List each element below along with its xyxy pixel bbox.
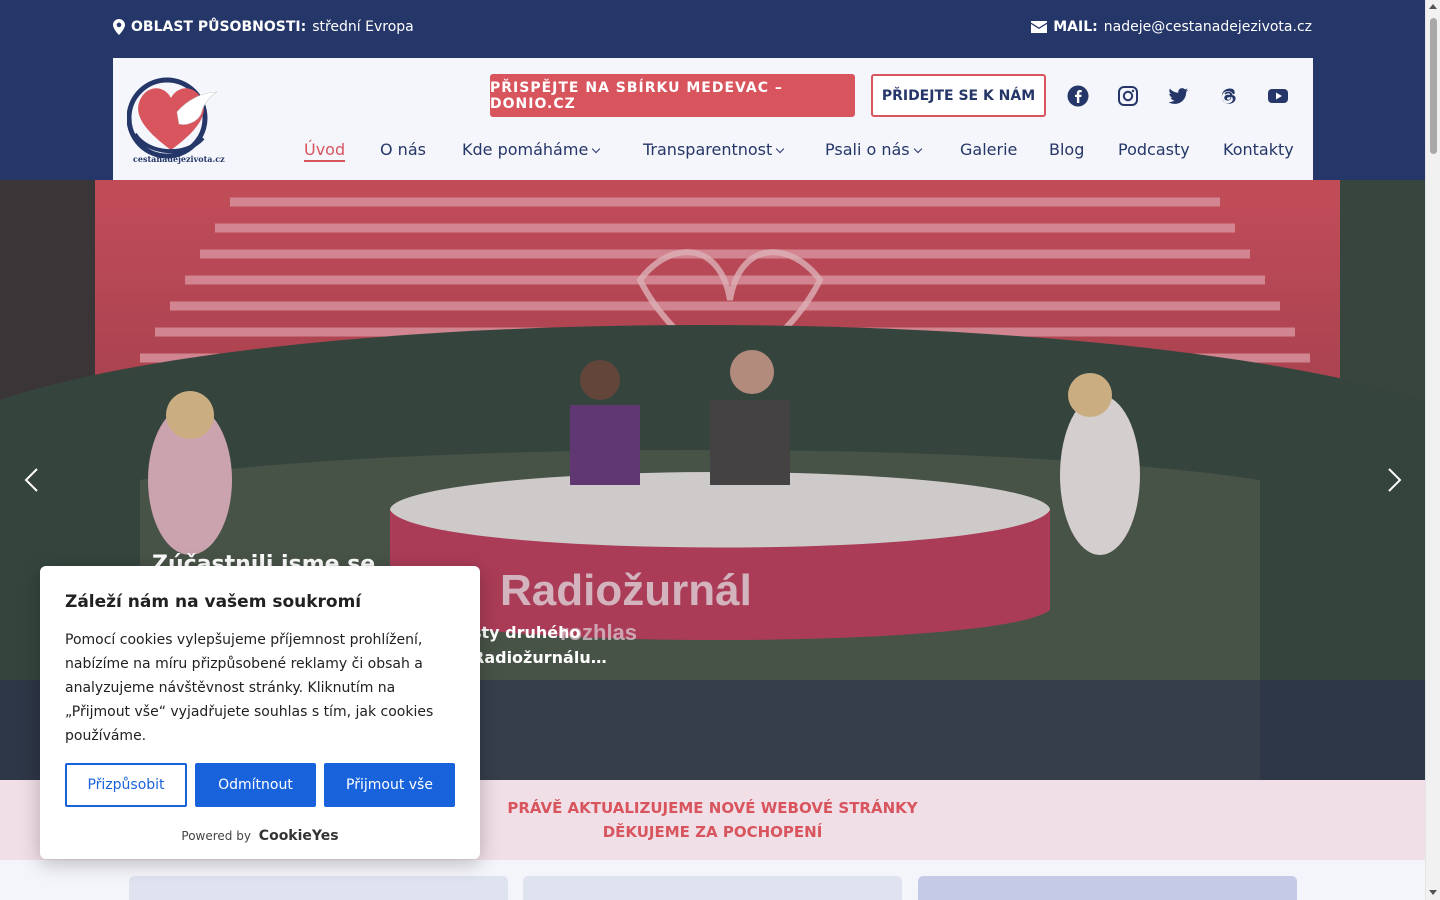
mail-label: MAIL: xyxy=(1053,19,1098,35)
scroll-up-arrow-icon[interactable] xyxy=(1429,4,1437,9)
nav-label: Podcasty xyxy=(1118,140,1190,159)
mail-link[interactable]: nadeje@cestanadejezivota.cz xyxy=(1104,19,1312,35)
nav-label: Kontakty xyxy=(1223,140,1294,159)
area-info: OBLAST PŮSOBNOSTI: střední Evropa xyxy=(113,19,414,35)
reject-button[interactable]: Odmítnout xyxy=(195,763,316,807)
content-card[interactable] xyxy=(129,876,508,900)
threads-icon[interactable] xyxy=(1217,85,1239,107)
customize-button[interactable]: Přizpůsobit xyxy=(65,763,187,807)
chevron-down-icon xyxy=(592,144,601,154)
cookie-body: Pomocí cookies vylepšujeme příjemnost pr… xyxy=(65,632,434,744)
scrollbar[interactable] xyxy=(1425,0,1440,900)
nav-label: Kde pomáháme xyxy=(462,140,589,159)
chevron-down-icon xyxy=(776,144,785,154)
cookie-consent-dialog: Záleží nám na vašem soukromí Pomocí cook… xyxy=(40,566,480,859)
nav-label: O nás xyxy=(380,140,426,159)
powered-by: Powered by CookieYes xyxy=(40,828,480,844)
youtube-icon[interactable] xyxy=(1267,85,1289,107)
content-card[interactable] xyxy=(523,876,902,900)
instagram-icon[interactable] xyxy=(1117,85,1139,107)
header: cestanadejezivota.cz PŘISPĚJTE NA SBÍRKU… xyxy=(113,58,1313,180)
chevron-down-icon xyxy=(913,144,922,154)
slider-next-arrow-icon[interactable] xyxy=(1384,467,1404,493)
page: OBLAST PŮSOBNOSTI: střední Evropa MAIL: … xyxy=(0,0,1425,900)
join-button[interactable]: PŘIDEJTE SE K NÁM xyxy=(871,74,1046,117)
scrollbar-thumb[interactable] xyxy=(1430,18,1437,154)
cookieyes-logo[interactable]: CookieYes xyxy=(259,828,339,844)
mail-info: MAIL: nadeje@cestanadejezivota.cz xyxy=(1031,19,1312,35)
scroll-down-arrow-icon[interactable] xyxy=(1429,890,1437,895)
twitter-icon[interactable] xyxy=(1167,85,1189,107)
hero-text-visible: sty druhého Radiožurnálu… xyxy=(472,623,607,667)
content-card[interactable] xyxy=(918,876,1297,900)
nav-item-blog[interactable]: Blog xyxy=(1049,140,1084,159)
nav-item-transparentnost[interactable]: Transparentnost xyxy=(643,140,785,159)
area-value: střední Evropa xyxy=(312,19,414,35)
nav-label: Transparentnost xyxy=(643,140,773,159)
donate-button[interactable]: PŘISPĚJTE NA SBÍRKU MEDEVAC – DONIO.CZ xyxy=(490,74,855,117)
nav-item-podcasty[interactable]: Podcasty xyxy=(1118,140,1190,159)
facebook-icon[interactable] xyxy=(1067,85,1089,107)
nav-label: Blog xyxy=(1049,140,1085,159)
logo-text: cestanadejezivota.cz xyxy=(133,154,225,164)
nav-item-kde-pomahame[interactable]: Kde pomáháme xyxy=(462,140,601,159)
nav-item-o-nas[interactable]: O nás xyxy=(380,140,426,159)
location-pin-icon xyxy=(113,19,125,35)
area-label: OBLAST PŮSOBNOSTI: xyxy=(131,19,307,35)
nav-item-galerie[interactable]: Galerie xyxy=(960,140,1017,159)
nav-item-psali-o-nas[interactable]: Psali o nás xyxy=(825,140,922,159)
nav-item-kontakty[interactable]: Kontakty xyxy=(1223,140,1294,159)
nav-label: Psali o nás xyxy=(825,140,910,159)
cookie-title: Záleží nám na vašem soukromí xyxy=(65,592,362,612)
accept-all-button[interactable]: Přijmout vše xyxy=(324,763,455,807)
powered-by-label: Powered by xyxy=(181,829,251,843)
nav-label: Úvod xyxy=(304,140,346,159)
nav-item-uvod[interactable]: Úvod xyxy=(304,140,346,162)
mail-icon xyxy=(1031,21,1048,33)
slider-prev-arrow-icon[interactable] xyxy=(22,467,42,493)
nav-label: Galerie xyxy=(960,140,1018,159)
